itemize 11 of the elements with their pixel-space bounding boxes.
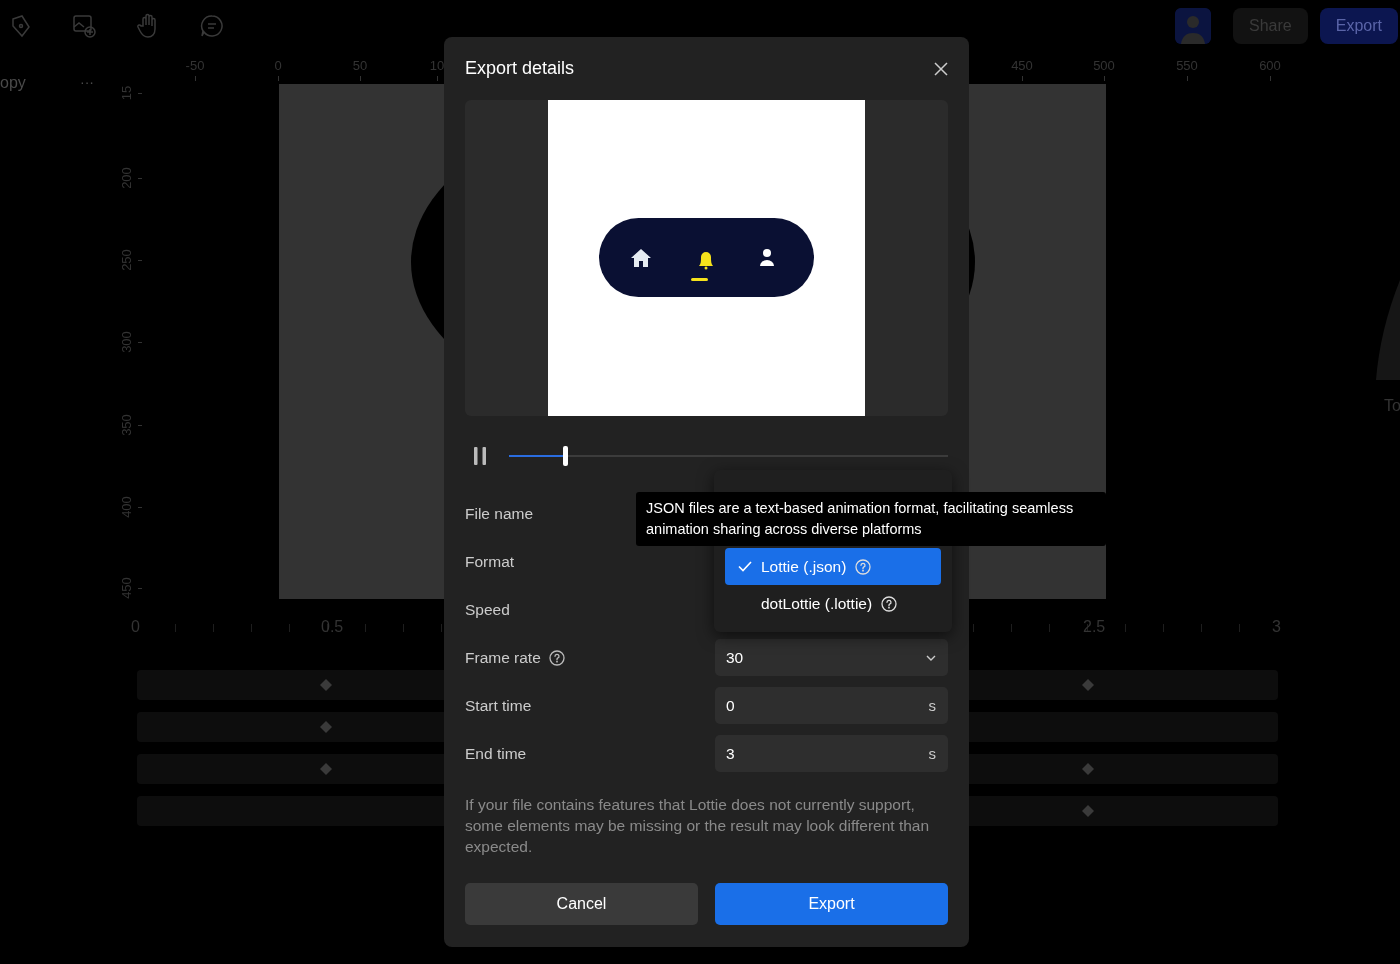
field-label: End time bbox=[465, 744, 527, 763]
unit-label: s bbox=[928, 697, 936, 714]
compatibility-note: If your file contains features that Lottie does not currently support, some elements may be missing or the result may look different than expected. bbox=[465, 795, 931, 857]
tooltip: JSON files are a text-based animation format, facilitating seamless animation sharing across diverse platforms bbox=[636, 492, 1106, 546]
unit-label: s bbox=[928, 745, 936, 762]
field-label: Start time bbox=[465, 696, 532, 715]
field-label: Format bbox=[465, 552, 515, 571]
field-label: Frame rate bbox=[465, 648, 541, 667]
dialog-title: Export details bbox=[465, 58, 575, 79]
field-label: File name bbox=[465, 504, 534, 523]
field-label: Speed bbox=[465, 600, 510, 619]
